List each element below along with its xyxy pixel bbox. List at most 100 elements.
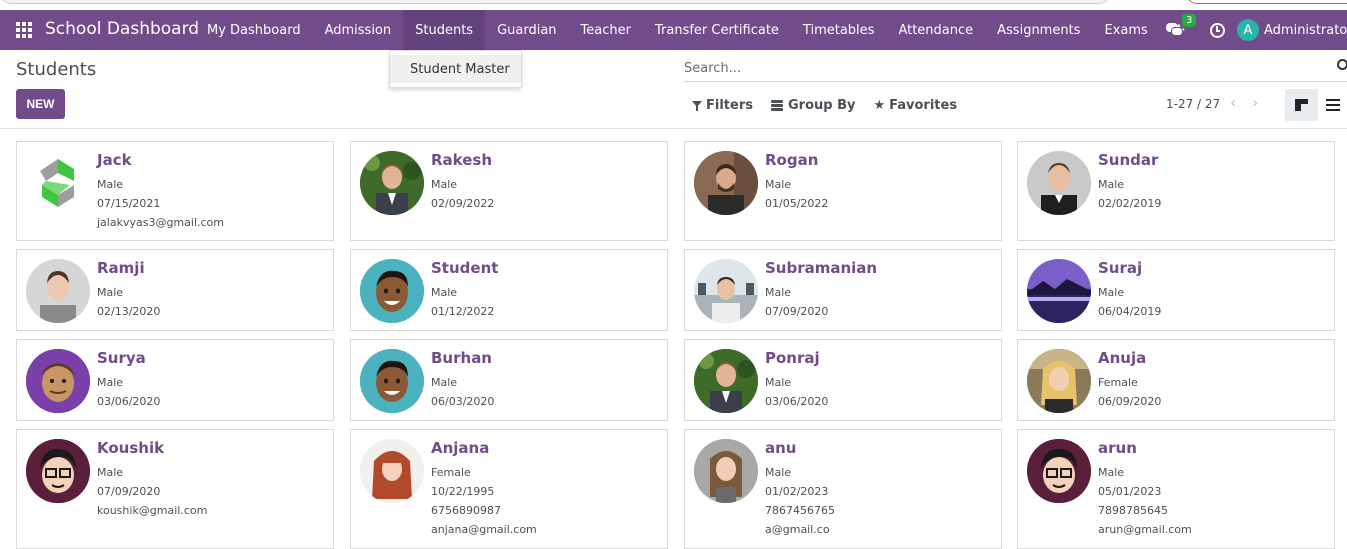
student-avatar [360,349,424,413]
student-gender: Male [431,178,458,191]
menu-item-guardian[interactable]: Guardian [485,10,568,50]
students-dropdown: Student Master [389,50,522,88]
star-icon: ★ [873,97,886,113]
search-icon[interactable] [1337,59,1347,70]
student-phone: 6756890987 [431,504,501,517]
page-title: Students [16,59,97,80]
kanban-view-button[interactable] [1285,89,1318,121]
menu-item-transfer-certificate[interactable]: Transfer Certificate [643,10,791,50]
menu-item-my-dashboard[interactable]: My Dashboard [195,10,313,50]
student-card[interactable]: anu Male 01/02/2023 7867456765 a@gmail.co [684,429,1002,549]
student-name: Student [431,259,499,277]
student-name: Jack [97,151,132,169]
group-by-button[interactable]: Group By [770,98,855,113]
student-dob: 02/02/2019 [1098,197,1162,210]
student-name: Surya [97,349,146,367]
student-card[interactable]: Sundar Male 02/02/2019 [1017,141,1335,241]
pager-previous-icon[interactable]: ‹ [1230,93,1236,112]
browser-top-strip [0,0,1347,10]
student-email: koushik@gmail.com [97,504,208,517]
favorites-button[interactable]: ★ Favorites [873,98,957,113]
favorites-label: Favorites [889,97,958,113]
student-name: Ponraj [765,349,820,367]
student-name: Suraj [1098,259,1143,277]
app-title[interactable]: School Dashboard [45,19,199,39]
address-bar[interactable] [0,0,1110,4]
menu-item-teacher[interactable]: Teacher [569,10,643,50]
student-avatar [26,349,90,413]
student-avatar [1027,259,1091,323]
student-gender: Male [1098,178,1125,191]
activity-clock-icon[interactable] [1210,22,1225,38]
search-input[interactable] [684,58,1324,78]
apps-grid-icon[interactable] [16,22,32,38]
pager-next-icon[interactable]: › [1252,93,1258,112]
student-gender: Female [1098,376,1138,389]
new-button[interactable]: NEW [16,89,65,119]
pager-value[interactable]: 1-27 / 27 [1166,97,1220,111]
student-name: Ramji [97,259,145,277]
student-card[interactable]: Burhan Male 06/03/2020 [350,339,668,421]
student-dob: 05/01/2023 [1098,485,1162,498]
student-email: jalakvyas3@gmail.com [97,216,224,229]
student-dob: 06/04/2019 [1098,305,1162,318]
browser-button[interactable] [1186,0,1347,4]
student-card[interactable]: Ramji Male 02/13/2020 [16,249,334,331]
layers-icon [770,100,783,111]
chat-count-badge: 3 [1182,14,1197,27]
student-dob: 06/09/2020 [1098,395,1162,408]
user-avatar[interactable]: A [1237,19,1259,41]
student-gender: Male [97,286,124,299]
student-gender: Male [97,178,124,191]
student-dob: 10/22/1995 [431,485,495,498]
student-phone: 7867456765 [765,504,835,517]
dropdown-item-student-master[interactable]: Student Master [390,55,521,83]
student-card[interactable]: Student Male 01/12/2022 [350,249,668,331]
student-gender: Male [97,376,124,389]
student-name: Koushik [97,439,165,457]
student-dob: 01/12/2022 [431,305,495,318]
student-avatar [26,259,90,323]
student-gender: Male [1098,286,1125,299]
student-card[interactable]: Koushik Male 07/09/2020 koushik@gmail.com [16,429,334,549]
student-gender: Female [431,466,471,479]
filters-button[interactable]: Filters [692,98,753,113]
student-card[interactable]: Anuja Female 06/09/2020 [1017,339,1335,421]
menu-item-students[interactable]: Students [403,10,486,50]
student-avatar [1027,349,1091,413]
student-dob: 03/06/2020 [765,395,829,408]
student-name: Burhan [431,349,492,367]
student-gender: Male [431,286,458,299]
student-card[interactable]: Rogan Male 01/05/2022 [684,141,1002,241]
student-avatar [360,259,424,323]
student-card[interactable]: Rakesh Male 02/09/2022 [350,141,668,241]
student-card[interactable]: Subramanian Male 07/09/2020 [684,249,1002,331]
user-name[interactable]: Administrator [1264,23,1347,38]
student-name: arun [1098,439,1137,457]
student-email: arun@gmail.com [1098,523,1192,536]
chat-icon[interactable]: 3 [1166,14,1197,37]
student-dob: 07/09/2020 [765,305,829,318]
student-card[interactable]: arun Male 05/01/2023 7898785645 arun@gmail.c… [1017,429,1335,549]
student-dob: 07/15/2021 [97,197,161,210]
menu-item-exams[interactable]: Exams [1092,10,1159,50]
student-gender: Male [1098,466,1125,479]
student-card[interactable]: Suraj Male 06/04/2019 [1017,249,1335,331]
student-card[interactable]: Jack Male 07/15/2021 jalakvyas3@gmail.com [16,141,334,241]
student-name: Rogan [765,151,819,169]
student-card[interactable]: Surya Male 03/06/2020 [16,339,334,421]
student-phone: 7898785645 [1098,504,1168,517]
kanban-icon [1295,99,1308,111]
list-view-button[interactable] [1326,99,1340,111]
student-card[interactable]: Anjana Female 10/22/1995 6756890987 anjana@g… [350,429,668,549]
student-avatar [694,259,758,323]
menu-item-assignments[interactable]: Assignments [985,10,1092,50]
student-gender: Male [765,178,792,191]
student-avatar [26,439,90,503]
menu-item-attendance[interactable]: Attendance [886,10,985,50]
student-avatar [694,151,758,215]
menu-item-timetables[interactable]: Timetables [791,10,887,50]
menu-item-admission[interactable]: Admission [313,10,404,50]
student-card[interactable]: Ponraj Male 03/06/2020 [684,339,1002,421]
student-gender: Male [97,466,124,479]
